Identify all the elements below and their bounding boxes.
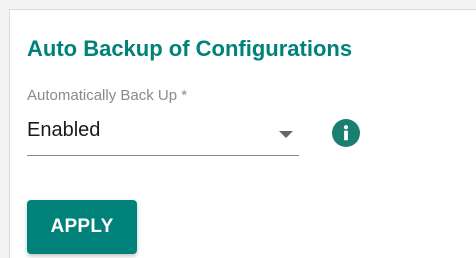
info-icon[interactable] (332, 119, 360, 147)
auto-backup-label: Automatically Back Up * (27, 87, 188, 104)
apply-button[interactable]: APPLY (27, 200, 137, 254)
auto-backup-selected-value: Enabled (27, 119, 101, 141)
section-title: Auto Backup of Configurations (27, 36, 353, 61)
chevron-down-icon (279, 131, 293, 138)
auto-backup-card: Auto Backup of Configurations Automatica… (9, 9, 476, 258)
auto-backup-select[interactable]: Enabled (27, 115, 299, 156)
